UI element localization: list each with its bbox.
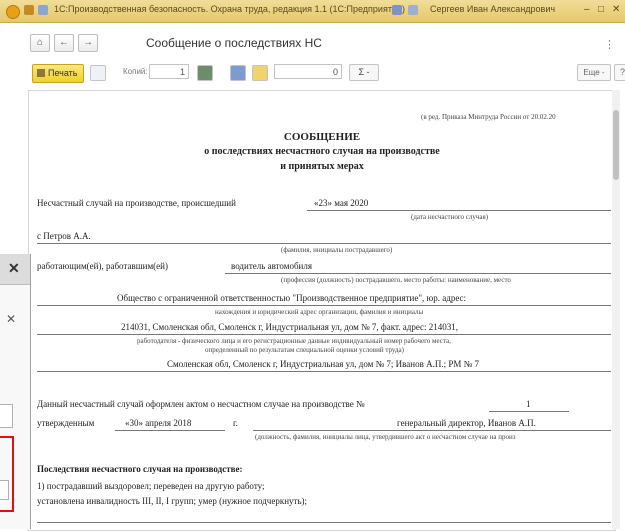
printer-icon [37,69,45,77]
approved-date: «30» апреля 2018 [125,418,192,428]
victim-name: с Петров А.А. [37,231,91,241]
underline [37,334,611,335]
close-button[interactable]: ✕ [612,4,620,15]
print-label: Печать [48,68,78,78]
worker-label: работающим(ей), работавшим(ей) [37,261,168,271]
vertical-scrollbar[interactable] [612,90,620,529]
value-field[interactable]: 0 [274,64,342,79]
forward-button[interactable]: → [78,34,98,52]
form-title: Сообщение о последствиях НС [146,36,322,50]
copies-input[interactable]: 1 [149,64,189,79]
back-button[interactable]: ← [54,34,74,52]
header-note: (в ред. Приказа Минтруда России от 20.02… [421,113,556,121]
underline [37,371,611,372]
approved-label: утвержденным [37,418,95,428]
victim-caption: (фамилия, инициалы пострадавшего) [281,246,393,254]
consequence-line: установлена инвалидность III, II, I груп… [37,496,308,506]
copies-label: Копий: [123,67,148,76]
accident-date: «23» мая 2020 [314,198,369,208]
year-suffix: г. [233,418,238,428]
spreadsheet-document[interactable]: (в ред. Приказа Минтруда России от 20.02… [28,90,616,531]
form-menu-icon[interactable]: ⋮ [604,38,615,51]
underline [307,210,611,211]
accident-intro: Несчастный случай на производстве, проис… [37,198,236,208]
report-toolbar: Печать Копий: 1 0 Σ - Еще - ? [16,62,625,84]
underline [115,430,225,431]
preview-icon[interactable] [90,65,106,81]
doc-heading: СООБЩЕНИЕ [283,131,361,143]
toolbar-quick-icon[interactable] [38,5,48,15]
org-caption: нахождения и юридический адрес организац… [215,308,424,316]
underline [489,411,569,412]
organization: Общество с ограниченной ответственностью… [117,293,467,303]
current-user[interactable]: Сергеев Иван Александрович [430,4,555,14]
home-button[interactable]: ⌂ [30,34,50,52]
scroll-thumb[interactable] [613,110,619,180]
maximize-button[interactable]: □ [598,4,604,15]
act-text: Данный несчастный случай оформлен актом … [37,399,365,409]
doc-subheading: и принятых мерах [280,161,364,172]
act-number: 1 [526,399,531,409]
form-navbar: ⌂ ← → Сообщение о последствиях НС ⋮ [16,30,625,58]
dialog-input[interactable] [0,404,13,428]
underline [37,305,611,306]
underline [253,430,611,431]
close-icon[interactable]: ✕ [6,312,16,326]
highlight-frame [0,436,14,512]
approver: генеральный директор, Иванов А.П. [397,418,536,428]
dialog-input[interactable] [0,480,9,500]
employer-caption: определенный по результатам специальной … [205,346,404,354]
underline [225,273,611,274]
address: 214031, Смоленская обл, Смоленск г, Инду… [121,322,459,332]
edit-icon[interactable] [197,65,213,81]
employer-caption: работодателя - физического лица и его ре… [137,337,451,345]
print-button[interactable]: Печать [32,64,84,83]
dialog-close-icon[interactable]: ✕ [8,260,20,277]
window-titlebar: 1С:Производственная безопасность. Охрана… [0,0,625,23]
help-button[interactable]: ? [614,64,625,81]
mail-icon[interactable] [252,65,268,81]
save-icon[interactable] [230,65,246,81]
address-2: Смоленская обл, Смоленск г, Индустриальн… [167,359,479,369]
app-logo-icon[interactable] [6,5,20,19]
dialog-header: ✕ [0,254,30,285]
approver-caption: (должность, фамилия, инициалы лица, утве… [255,433,516,441]
underline [37,243,611,244]
consequences-title: Последствия несчастного случая на произв… [37,464,243,474]
underline [37,522,611,523]
notification-icon[interactable] [392,5,402,15]
history-icon[interactable] [408,5,418,15]
more-button[interactable]: Еще - [577,64,611,81]
app-title: 1С:Производственная безопасность. Охрана… [54,4,405,14]
position-value: водитель автомобиля [231,261,312,271]
position-caption: (профессия (должность) пострадавшего, ме… [281,276,511,284]
sum-button[interactable]: Σ - [349,64,379,81]
minimize-button[interactable]: – [584,4,590,15]
date-caption: (дата несчастного случая) [411,213,489,221]
toolbar-quick-icon[interactable] [24,5,34,15]
consequence-line: 1) пострадавший выздоровел; переведен на… [37,481,265,491]
side-dialog: ✕ ✕ [0,254,31,529]
doc-subheading: о последствиях несчастного случая на про… [204,146,440,157]
